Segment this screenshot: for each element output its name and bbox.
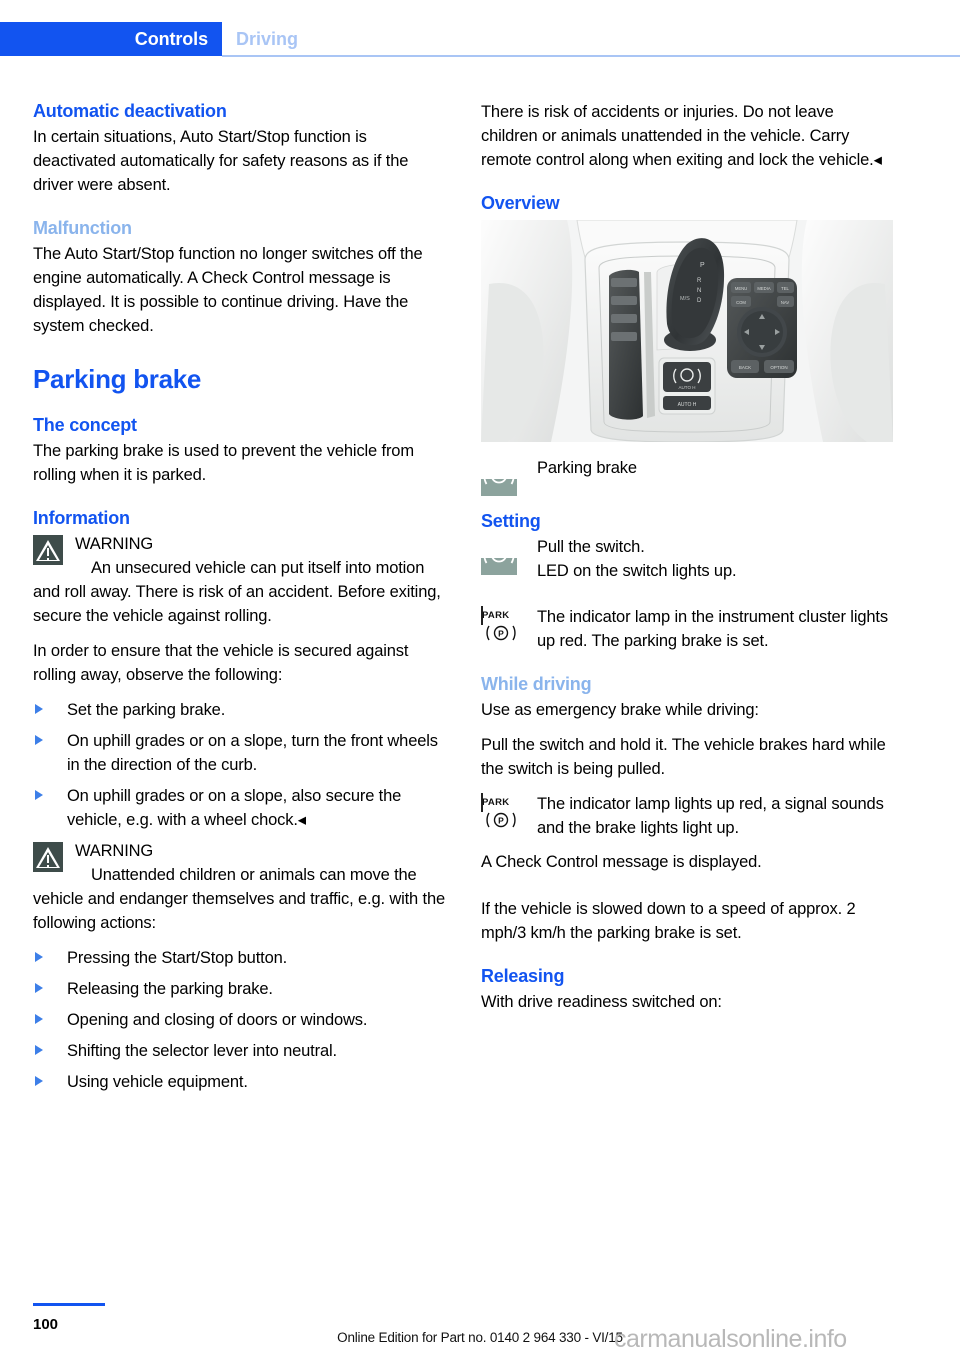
paragraph-risk-continued: There is risk of accidents or injuries. … xyxy=(481,103,882,169)
svg-text:COM: COM xyxy=(736,300,746,305)
warning-body-1: An unsecured vehicle can put itself into… xyxy=(33,559,441,625)
list-item: Releasing the parking brake. xyxy=(33,977,445,1001)
svg-text:P: P xyxy=(496,471,503,482)
watermark: carmanualsonline.info xyxy=(614,1325,847,1353)
warning-triangle-icon xyxy=(33,535,63,565)
svg-text:N: N xyxy=(697,288,701,294)
left-column: Automatic deactivation In certain situat… xyxy=(33,100,445,1101)
list-item: Pressing the Start/Stop button. xyxy=(33,946,445,970)
header-divider xyxy=(222,55,960,57)
svg-text:P: P xyxy=(498,629,504,639)
paragraph-automatic-deactivation: In certain situations, Auto Start/Stop f… xyxy=(33,128,409,194)
list-item: Set the parking brake. xyxy=(33,698,445,722)
setting-line-2: LED on the switch lights up. xyxy=(537,562,737,580)
footer-divider xyxy=(33,1303,105,1306)
triangle-bullet-icon xyxy=(35,704,43,714)
svg-text:AUTO H: AUTO H xyxy=(678,402,697,408)
setting-indicator-text: The indicator lamp in the instrument clu… xyxy=(537,608,888,650)
warning-exclamation-dot xyxy=(47,865,49,867)
warning-block-2: WARNING Unattended children or animals c… xyxy=(33,839,445,935)
svg-text:MENU: MENU xyxy=(735,286,747,291)
triangle-bullet-icon xyxy=(35,1014,43,1024)
list-item-text: Opening and closing of doors or windows. xyxy=(67,1011,368,1029)
svg-text:BACK: BACK xyxy=(739,365,751,370)
svg-text:P: P xyxy=(700,262,705,269)
paragraph-the-concept: The parking brake is used to prevent the… xyxy=(33,442,414,484)
park-indicator-lamp-icon: PARK P xyxy=(481,606,516,641)
setting-indicator-row: PARK P The indicator lamp in the instrum… xyxy=(481,605,893,653)
driving-indicator-text: The indicator lamp lights up red, a sign… xyxy=(537,795,884,837)
list-item-text: Using vehicle equipment. xyxy=(67,1073,248,1091)
svg-text:R: R xyxy=(697,278,702,284)
warning-block-1: WARNING An unsecured vehicle can put its… xyxy=(33,532,445,628)
svg-text:OPTION: OPTION xyxy=(770,365,787,370)
warning-exclamation-bar xyxy=(47,855,49,863)
paragraph-slowed-down: If the vehicle is slowed down to a speed… xyxy=(481,900,856,942)
svg-text:NAV: NAV xyxy=(781,300,790,305)
paragraph-pull-and-hold: Pull the switch and hold it. The vehicle… xyxy=(481,736,886,778)
list-item-text: On uphill grades or on a slope, also sec… xyxy=(67,787,402,829)
warning-body-2: Unattended children or animals can move … xyxy=(33,866,446,932)
svg-text:D: D xyxy=(697,298,702,304)
tab-driving[interactable]: Driving xyxy=(236,29,298,50)
legend-parking-brake-label: Parking brake xyxy=(537,459,637,477)
heading-while-driving: While driving xyxy=(481,674,592,694)
list-item-text: On uphill grades or on a slope, turn the… xyxy=(67,732,438,774)
heading-setting: Setting xyxy=(481,511,541,531)
svg-text:P: P xyxy=(498,816,504,826)
paragraph-malfunction: The Auto Start/Stop function no longer s… xyxy=(33,245,423,335)
page-header: Controls Driving xyxy=(0,22,960,57)
warning-exclamation-bar xyxy=(47,548,49,556)
svg-text:M/S: M/S xyxy=(680,296,690,302)
warning-exclamation-dot xyxy=(47,558,49,560)
heading-releasing: Releasing xyxy=(481,966,565,986)
list-item: Opening and closing of doors or windows. xyxy=(33,1008,445,1032)
heading-the-concept: The concept xyxy=(33,415,137,435)
right-column: There is risk of accidents or injuries. … xyxy=(481,100,893,1025)
list-item-text: Pressing the Start/Stop button. xyxy=(67,949,288,967)
heading-parking-brake: Parking brake xyxy=(33,364,202,394)
list-item: On uphill grades or on a slope, also sec… xyxy=(33,784,445,832)
warning-title-2: WARNING xyxy=(75,842,154,860)
svg-text:P: P xyxy=(496,550,503,561)
list-item: Using vehicle equipment. xyxy=(33,1070,445,1094)
list-item-text: Set the parking brake. xyxy=(67,701,226,719)
paragraph-check-control: A Check Control message is displayed. xyxy=(481,853,762,871)
triangle-bullet-icon xyxy=(35,735,43,745)
paragraph-in-order-to-ensure: In order to ensure that the vehicle is s… xyxy=(33,642,409,684)
setting-line-1: Pull the switch. xyxy=(537,538,645,556)
parking-brake-switch-icon: P xyxy=(481,458,517,497)
paragraph-use-as-emergency: Use as emergency brake while driving: xyxy=(481,701,759,719)
parking-brake-switch-icon: P xyxy=(481,537,517,576)
bullet-list-actions: Pressing the Start/Stop button. Releasin… xyxy=(33,946,445,1094)
triangle-bullet-icon xyxy=(35,983,43,993)
svg-text:TEL: TEL xyxy=(781,286,789,291)
heading-overview: Overview xyxy=(481,193,560,213)
warning-title-1: WARNING xyxy=(75,535,154,553)
svg-text:MEDIA: MEDIA xyxy=(757,286,770,291)
tab-controls[interactable]: Controls xyxy=(0,22,222,56)
triangle-bullet-icon xyxy=(35,952,43,962)
triangle-bullet-icon xyxy=(35,1076,43,1086)
heading-malfunction: Malfunction xyxy=(33,218,132,238)
list-item-text: Releasing the parking brake. xyxy=(67,980,273,998)
legend-parking-brake-row: P Parking brake xyxy=(481,456,893,496)
tab-controls-label: Controls xyxy=(134,29,208,49)
warning-triangle-icon xyxy=(33,842,63,872)
park-indicator-lamp-icon: PARK P xyxy=(481,793,516,828)
center-console-photo: P R N D M/S AUTO H AUTO H MENU MEDIA TEL… xyxy=(481,220,893,442)
list-item-text: Shifting the selector lever into neutral… xyxy=(67,1042,337,1060)
list-item: Shifting the selector lever into neutral… xyxy=(33,1039,445,1063)
heading-automatic-deactivation: Automatic deactivation xyxy=(33,101,227,121)
list-item: On uphill grades or on a slope, turn the… xyxy=(33,729,445,777)
bullet-list-secure: Set the parking brake. On uphill grades … xyxy=(33,698,445,832)
triangle-bullet-icon xyxy=(35,1045,43,1055)
triangle-bullet-icon xyxy=(35,790,43,800)
paragraph-with-drive-readiness: With drive readiness switched on: xyxy=(481,993,722,1011)
setting-pull-switch-row: P Pull the switch. LED on the switch lig… xyxy=(481,535,893,583)
driving-indicator-row: PARK P The indicator lamp lights up red,… xyxy=(481,792,893,840)
svg-text:AUTO H: AUTO H xyxy=(679,385,696,390)
heading-information: Information xyxy=(33,508,130,528)
